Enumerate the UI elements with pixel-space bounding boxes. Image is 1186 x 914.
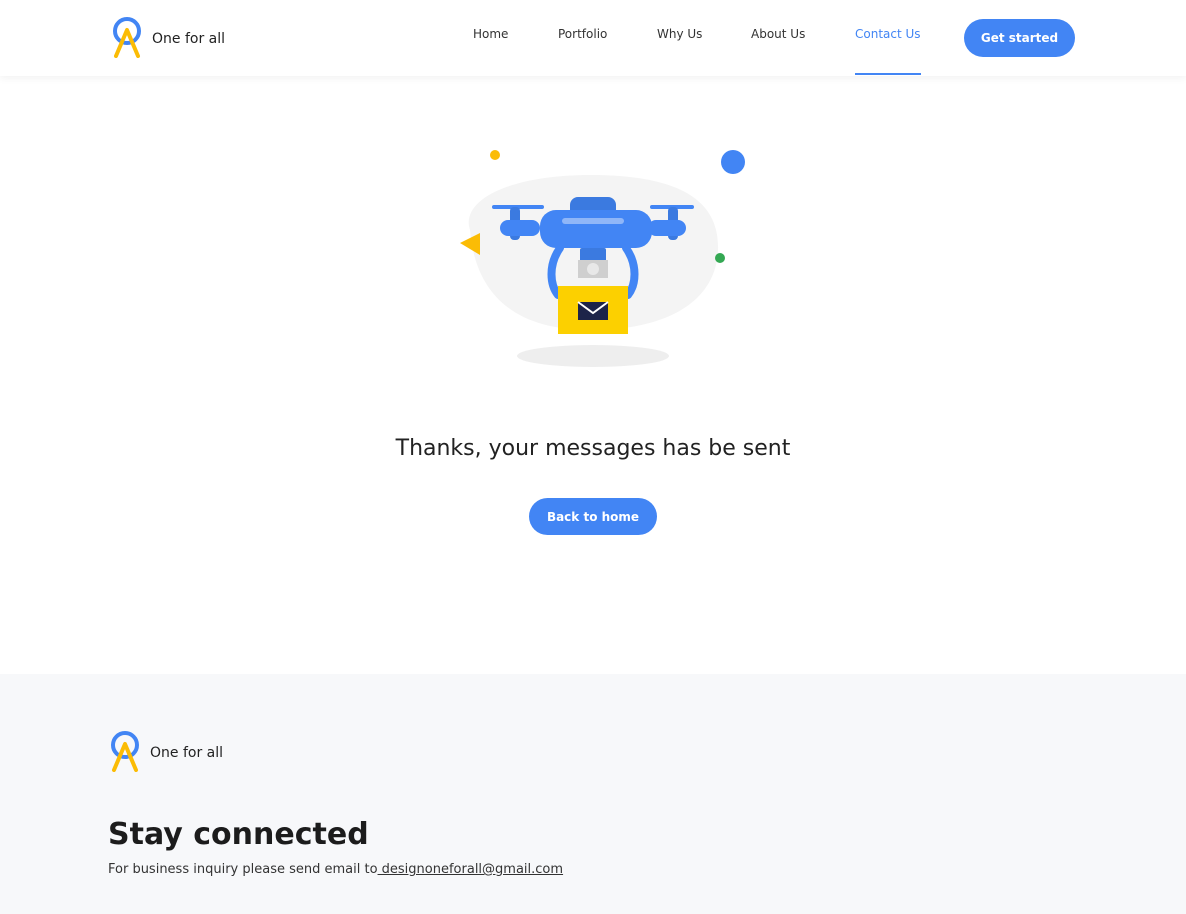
get-started-button[interactable]: Get started [964,19,1075,57]
site-footer: One for all Stay connected For business … [0,674,1186,914]
nav-active-indicator [855,73,921,75]
success-message: Thanks, your messages has be sent [395,436,791,461]
brand-name: One for all [152,31,226,47]
footer-inquiry-text: For business inquiry please send email t… [108,862,563,877]
nav-why-us[interactable]: Why Us [657,27,702,41]
email-link[interactable]: designoneforall@gmail.com [378,862,563,877]
nav-contact-us[interactable]: Contact Us [855,27,921,41]
nav-home[interactable]: Home [473,27,508,41]
footer-title: Stay connected [108,817,369,852]
back-to-home-button[interactable]: Back to home [529,498,657,535]
footer-brand-name: One for all [150,745,224,761]
logo-icon [113,17,141,58]
site-header: One for all Home Portfolio Why Us About … [0,0,1186,76]
footer-brand-logo[interactable]: One for all [108,730,223,772]
inquiry-label: For business inquiry please send email t… [108,862,378,877]
nav-portfolio[interactable]: Portfolio [558,27,607,41]
drone-delivering-mail-icon [460,150,745,367]
brand-logo-link[interactable]: One for all [110,16,225,58]
nav-about-us[interactable]: About Us [751,27,805,41]
logo-icon [111,731,139,772]
